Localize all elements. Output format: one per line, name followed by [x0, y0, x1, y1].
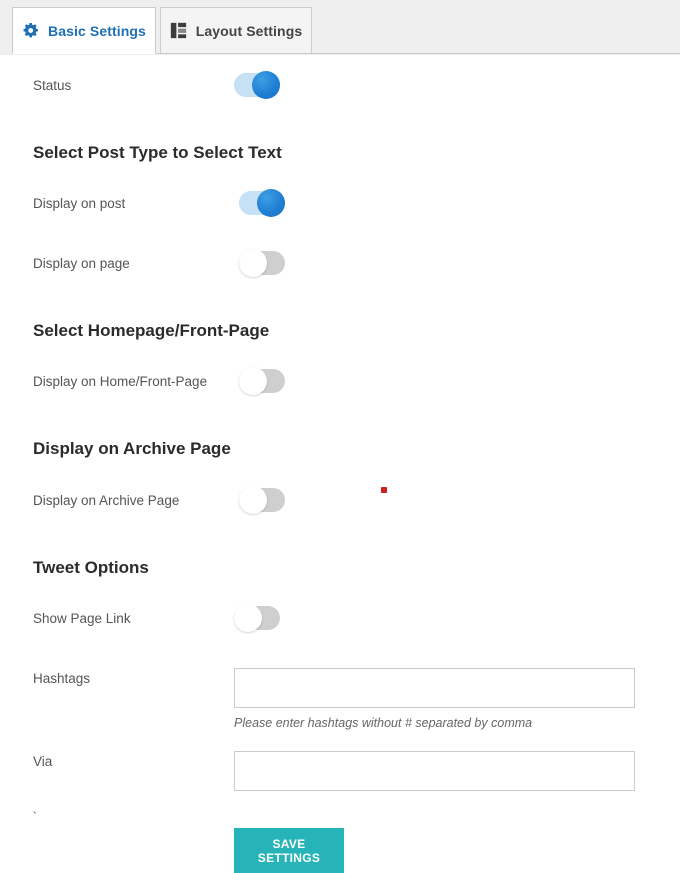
label-display-on-home: Display on Home/Front-Page	[33, 374, 208, 389]
toggle-knob	[239, 486, 267, 514]
tab-basic-settings-label: Basic Settings	[48, 22, 146, 39]
label-status: Status	[33, 78, 72, 93]
toggle-knob	[257, 189, 285, 217]
section-title-homepage: Select Homepage/Front-Page	[33, 321, 270, 340]
toggle-knob	[252, 71, 280, 99]
via-input[interactable]	[234, 751, 635, 791]
section-title-tweet-options: Tweet Options	[33, 558, 149, 577]
toggle-knob	[239, 249, 267, 277]
hashtags-helper-text: Please enter hashtags without # separate…	[234, 716, 533, 730]
toggle-display-on-archive[interactable]	[239, 486, 285, 514]
tab-basic-settings[interactable]: Basic Settings	[12, 7, 156, 54]
label-via: Via	[33, 754, 53, 769]
gear-icon	[22, 22, 39, 39]
label-display-on-post: Display on post	[33, 196, 126, 211]
settings-form: Status Select Post Type to Select Text D…	[0, 55, 680, 873]
section-title-post-type: Select Post Type to Select Text	[33, 143, 282, 162]
toggle-show-page-link[interactable]	[234, 604, 280, 632]
hashtags-input[interactable]	[234, 668, 635, 708]
save-settings-button[interactable]: SAVE SETTINGS	[234, 828, 344, 873]
tick-mark: `	[33, 811, 37, 823]
settings-tab-bar: Basic Settings Layout Settings	[0, 0, 680, 55]
marker-dot-icon	[381, 487, 387, 493]
label-hashtags: Hashtags	[33, 671, 91, 686]
toggle-display-on-home[interactable]	[239, 367, 285, 395]
toggle-display-on-page[interactable]	[239, 249, 285, 277]
toggle-display-on-post[interactable]	[239, 189, 285, 217]
layout-grid-icon	[170, 22, 187, 39]
tab-layout-settings[interactable]: Layout Settings	[160, 7, 312, 54]
label-display-on-page: Display on page	[33, 256, 130, 271]
tab-layout-settings-label: Layout Settings	[195, 22, 303, 39]
section-title-archive: Display on Archive Page	[33, 439, 231, 458]
label-show-page-link: Show Page Link	[33, 611, 131, 626]
toggle-status[interactable]	[234, 71, 280, 99]
toggle-knob	[234, 604, 262, 632]
toggle-knob	[239, 367, 267, 395]
label-display-on-archive: Display on Archive Page	[33, 493, 180, 508]
